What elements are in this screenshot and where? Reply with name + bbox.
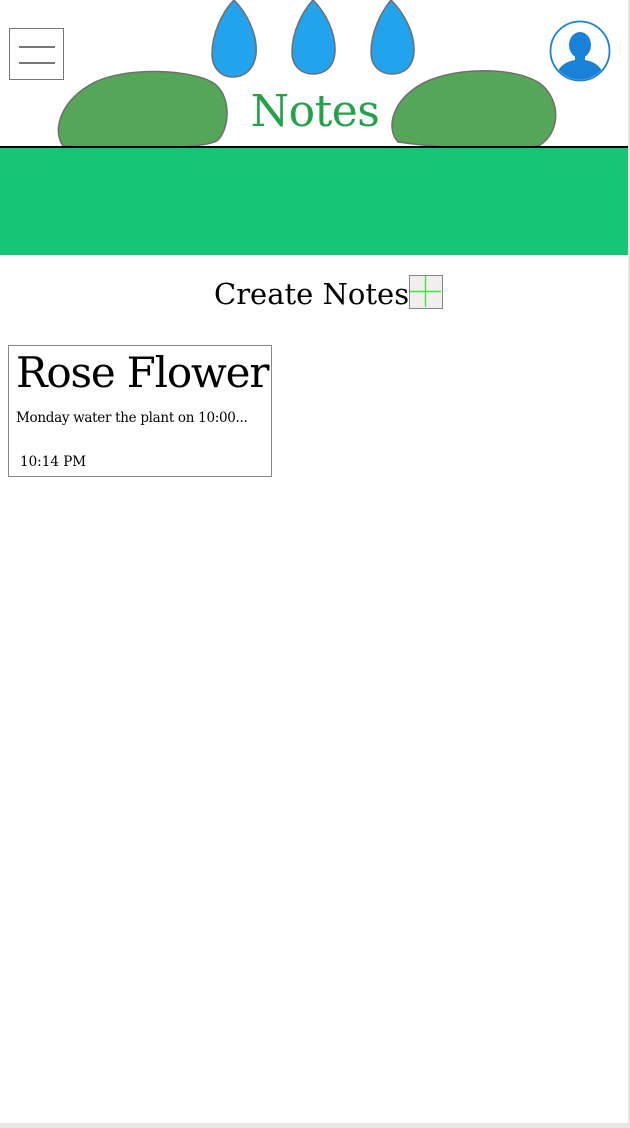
- banner: [0, 148, 628, 255]
- notes-screen: Notes Create Notes Rose Flower Monday wa…: [0, 0, 630, 1128]
- profile-button[interactable]: [549, 20, 611, 82]
- note-preview: Monday water the plant on 10:00...: [16, 410, 248, 426]
- note-card[interactable]: Rose Flower Monday water the plant on 10…: [8, 345, 272, 477]
- note-timestamp: 10:14 PM: [20, 454, 87, 470]
- water-drop-icon: [291, 0, 336, 75]
- create-note-button[interactable]: [409, 275, 443, 309]
- user-avatar-icon: [549, 20, 611, 82]
- menu-button[interactable]: [9, 28, 64, 80]
- plus-icon: [410, 276, 441, 307]
- create-notes-label: Create Notes: [214, 277, 410, 311]
- water-drop-icon: [211, 0, 257, 78]
- bush-icon: [391, 69, 557, 148]
- hamburger-menu-icon: [19, 46, 55, 48]
- app-header: Notes: [0, 0, 628, 148]
- create-notes-row: Create Notes: [0, 270, 628, 314]
- bottom-edge: [0, 1123, 630, 1128]
- bush-icon: [57, 70, 228, 148]
- note-title: Rose Flower: [16, 348, 269, 397]
- water-drop-icon: [370, 0, 415, 75]
- hamburger-menu-icon: [19, 62, 55, 64]
- page-title: Notes: [250, 86, 380, 137]
